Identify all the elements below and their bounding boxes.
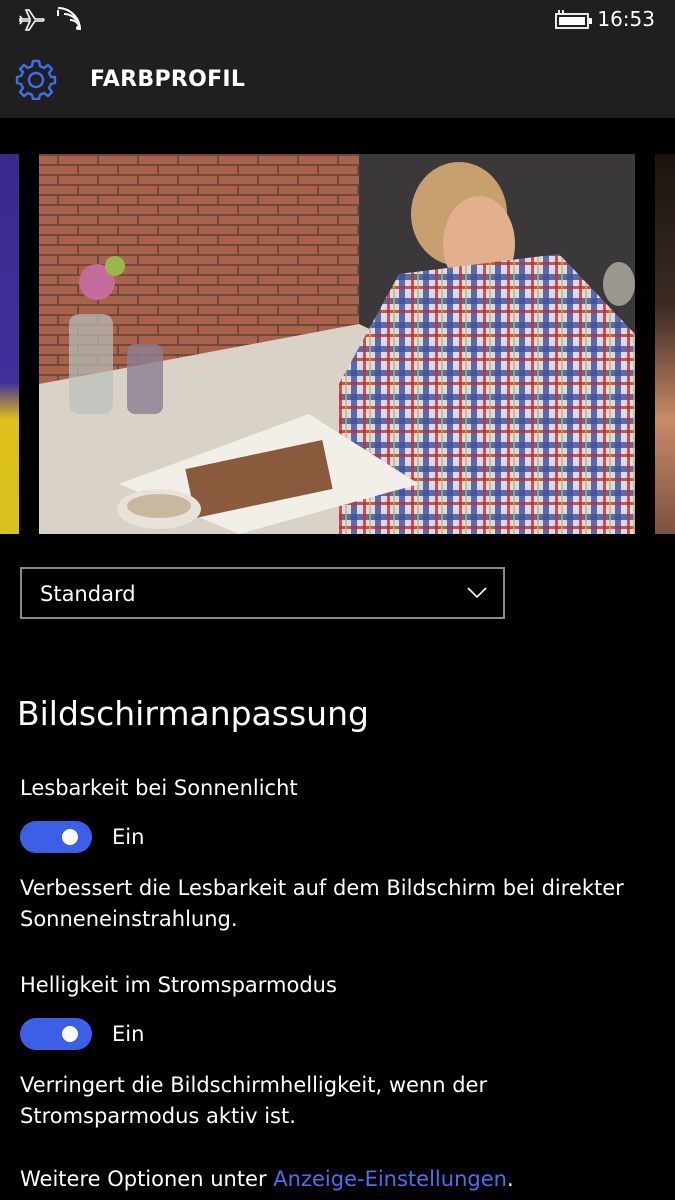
color-profile-preview-image (39, 154, 635, 534)
wifi-icon (57, 7, 81, 31)
battery-saver-brightness-description: Verringert die Bildschirmhelligkeit, wen… (20, 1073, 488, 1128)
toggle-knob (62, 1026, 78, 1042)
setting-label-battery-saver-brightness: Helligkeit im Stromsparmodus (20, 973, 337, 997)
dropdown-selected-value: Standard (40, 582, 136, 606)
display-settings-link[interactable]: Anzeige-Einstellungen (273, 1167, 507, 1191)
chevron-down-icon (467, 587, 487, 599)
footer-suffix: . (506, 1167, 514, 1191)
sunlight-readability-state: Ein (112, 825, 145, 849)
status-bar: 16:53 (0, 0, 675, 40)
battery-charging-icon (555, 10, 592, 29)
sunlight-readability-description: Verbessert die Lesbarkeit auf dem Bildsc… (20, 876, 624, 931)
clock: 16:53 (597, 7, 655, 31)
color-profile-carousel[interactable] (0, 154, 675, 534)
page-title: FARBPROFIL (90, 67, 246, 92)
footer-text: Weitere Optionen unter (20, 1167, 274, 1191)
sunlight-readability-toggle[interactable] (20, 821, 92, 853)
section-title: Bildschirmanpassung (17, 694, 369, 733)
previous-preview-image[interactable] (0, 154, 19, 534)
color-profile-dropdown[interactable]: Standard (20, 567, 505, 619)
battery-saver-brightness-state: Ein (112, 1022, 145, 1046)
battery-saver-brightness-toggle[interactable] (20, 1018, 92, 1050)
toggle-knob (62, 829, 78, 845)
next-preview-image[interactable] (655, 154, 675, 534)
more-options-text: Weitere Optionen unter Anzeige-Einstellu… (20, 1167, 514, 1191)
page-header: FARBPROFIL (0, 40, 675, 118)
setting-label-sunlight-readability: Lesbarkeit bei Sonnenlicht (20, 776, 298, 800)
airplane-mode-icon (19, 9, 45, 31)
gear-icon (15, 59, 57, 100)
